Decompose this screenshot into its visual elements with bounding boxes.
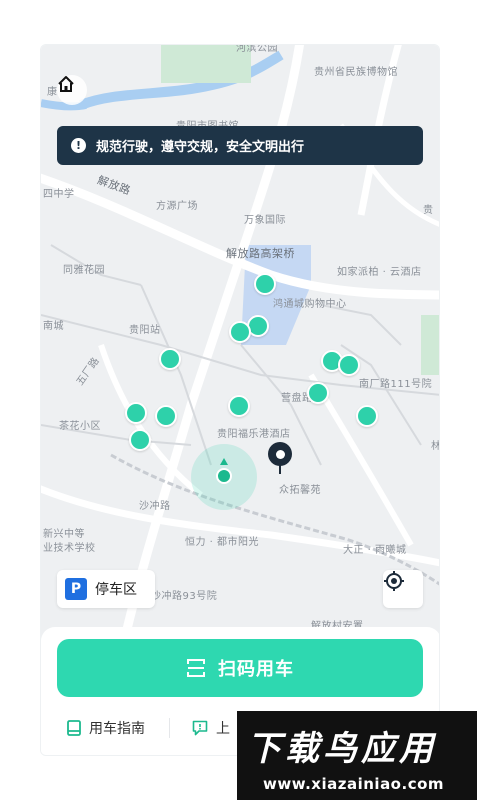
map-label: 方源广场 (156, 201, 198, 212)
feedback-icon (192, 720, 208, 736)
map-label: 南厂路111号院 (359, 379, 433, 390)
links-divider (169, 718, 170, 738)
map-label: 沙冲路93号院 (151, 591, 218, 602)
bike-marker[interactable] (228, 395, 250, 417)
map-label: 沙冲路 (139, 501, 171, 512)
parking-badge: P (65, 578, 87, 600)
watermark-logo: 下载鸟应用 www.xiazainiao.com (237, 711, 477, 800)
safety-notice-banner: ! 规范行驶，遵守交规，安全文明出行 (57, 126, 423, 165)
watermark-title: 下载鸟应用 (247, 729, 437, 769)
bike-marker[interactable] (307, 382, 329, 404)
map-label: 茶花小区 (59, 421, 101, 432)
report-label: 上 (216, 721, 230, 737)
map-label: 河滨公园 (236, 45, 278, 54)
heading-arrow-icon (220, 458, 228, 465)
bike-marker[interactable] (159, 348, 181, 370)
bike-marker[interactable] (129, 429, 151, 451)
ride-guide-link[interactable]: 用车指南 (67, 718, 145, 738)
scan-icon (187, 659, 205, 677)
map-label: 新兴中等 (43, 529, 85, 540)
map-label: 恒力 · 都市阳光 (185, 537, 260, 548)
parking-area-label: 停车区 (95, 582, 137, 598)
map-label: 南城 (43, 321, 64, 332)
map-label: 贵阳福乐港酒店 (217, 429, 291, 440)
bike-marker[interactable] (229, 321, 251, 343)
crosshair-icon (384, 571, 404, 591)
map-label: 鸿通城购物中心 (273, 299, 347, 310)
bike-marker[interactable] (356, 405, 378, 427)
book-icon (67, 720, 81, 736)
map-label: 众拓馨苑 (279, 485, 321, 496)
map-label: 同雅花园 (63, 265, 105, 276)
bike-marker[interactable] (155, 405, 177, 427)
user-location-dot (216, 468, 232, 484)
app-screen: 河滨公园 贵州省民族博物馆 康 贵阳市图书馆 解放路 四中学 方源广场 万象国际… (40, 44, 440, 756)
map-label: 业技术学校 (43, 543, 96, 554)
home-button[interactable] (57, 75, 87, 105)
destination-pin-stem (279, 464, 281, 474)
bike-marker[interactable] (338, 354, 360, 376)
ride-guide-label: 用车指南 (89, 721, 145, 737)
map-view[interactable]: 河滨公园 贵州省民族博物馆 康 贵阳市图书馆 解放路 四中学 方源广场 万象国际… (41, 45, 439, 645)
map-label: 解放路高架桥 (226, 247, 295, 260)
map-label: 万象国际 (244, 215, 286, 226)
map-label: 如家派柏 · 云酒店 (337, 267, 422, 278)
bike-marker[interactable] (125, 402, 147, 424)
watermark-url: www.xiazainiao.com (263, 775, 445, 793)
locate-me-button[interactable] (383, 570, 423, 608)
exclamation-icon: ! (71, 138, 86, 153)
bike-marker[interactable] (254, 273, 276, 295)
report-link[interactable]: 上 (192, 718, 230, 738)
destination-pin-icon[interactable] (268, 442, 292, 466)
parking-area-button[interactable]: P 停车区 (57, 570, 155, 608)
map-label: 康 (47, 87, 58, 98)
home-icon (58, 76, 74, 92)
scan-to-ride-label: 扫码用车 (218, 659, 294, 680)
map-label: 大正 · 雨曦城 (343, 545, 407, 556)
safety-notice-text: 规范行驶，遵守交规，安全文明出行 (96, 140, 305, 155)
map-label: 林 (431, 437, 439, 452)
map-label: 四中学 (43, 189, 75, 200)
scan-to-ride-button[interactable]: 扫码用车 (57, 639, 423, 697)
map-label: 贵州省民族博物馆 (314, 67, 398, 78)
map-label: 贵阳站 (129, 325, 161, 336)
map-label: 贵 (423, 205, 434, 216)
